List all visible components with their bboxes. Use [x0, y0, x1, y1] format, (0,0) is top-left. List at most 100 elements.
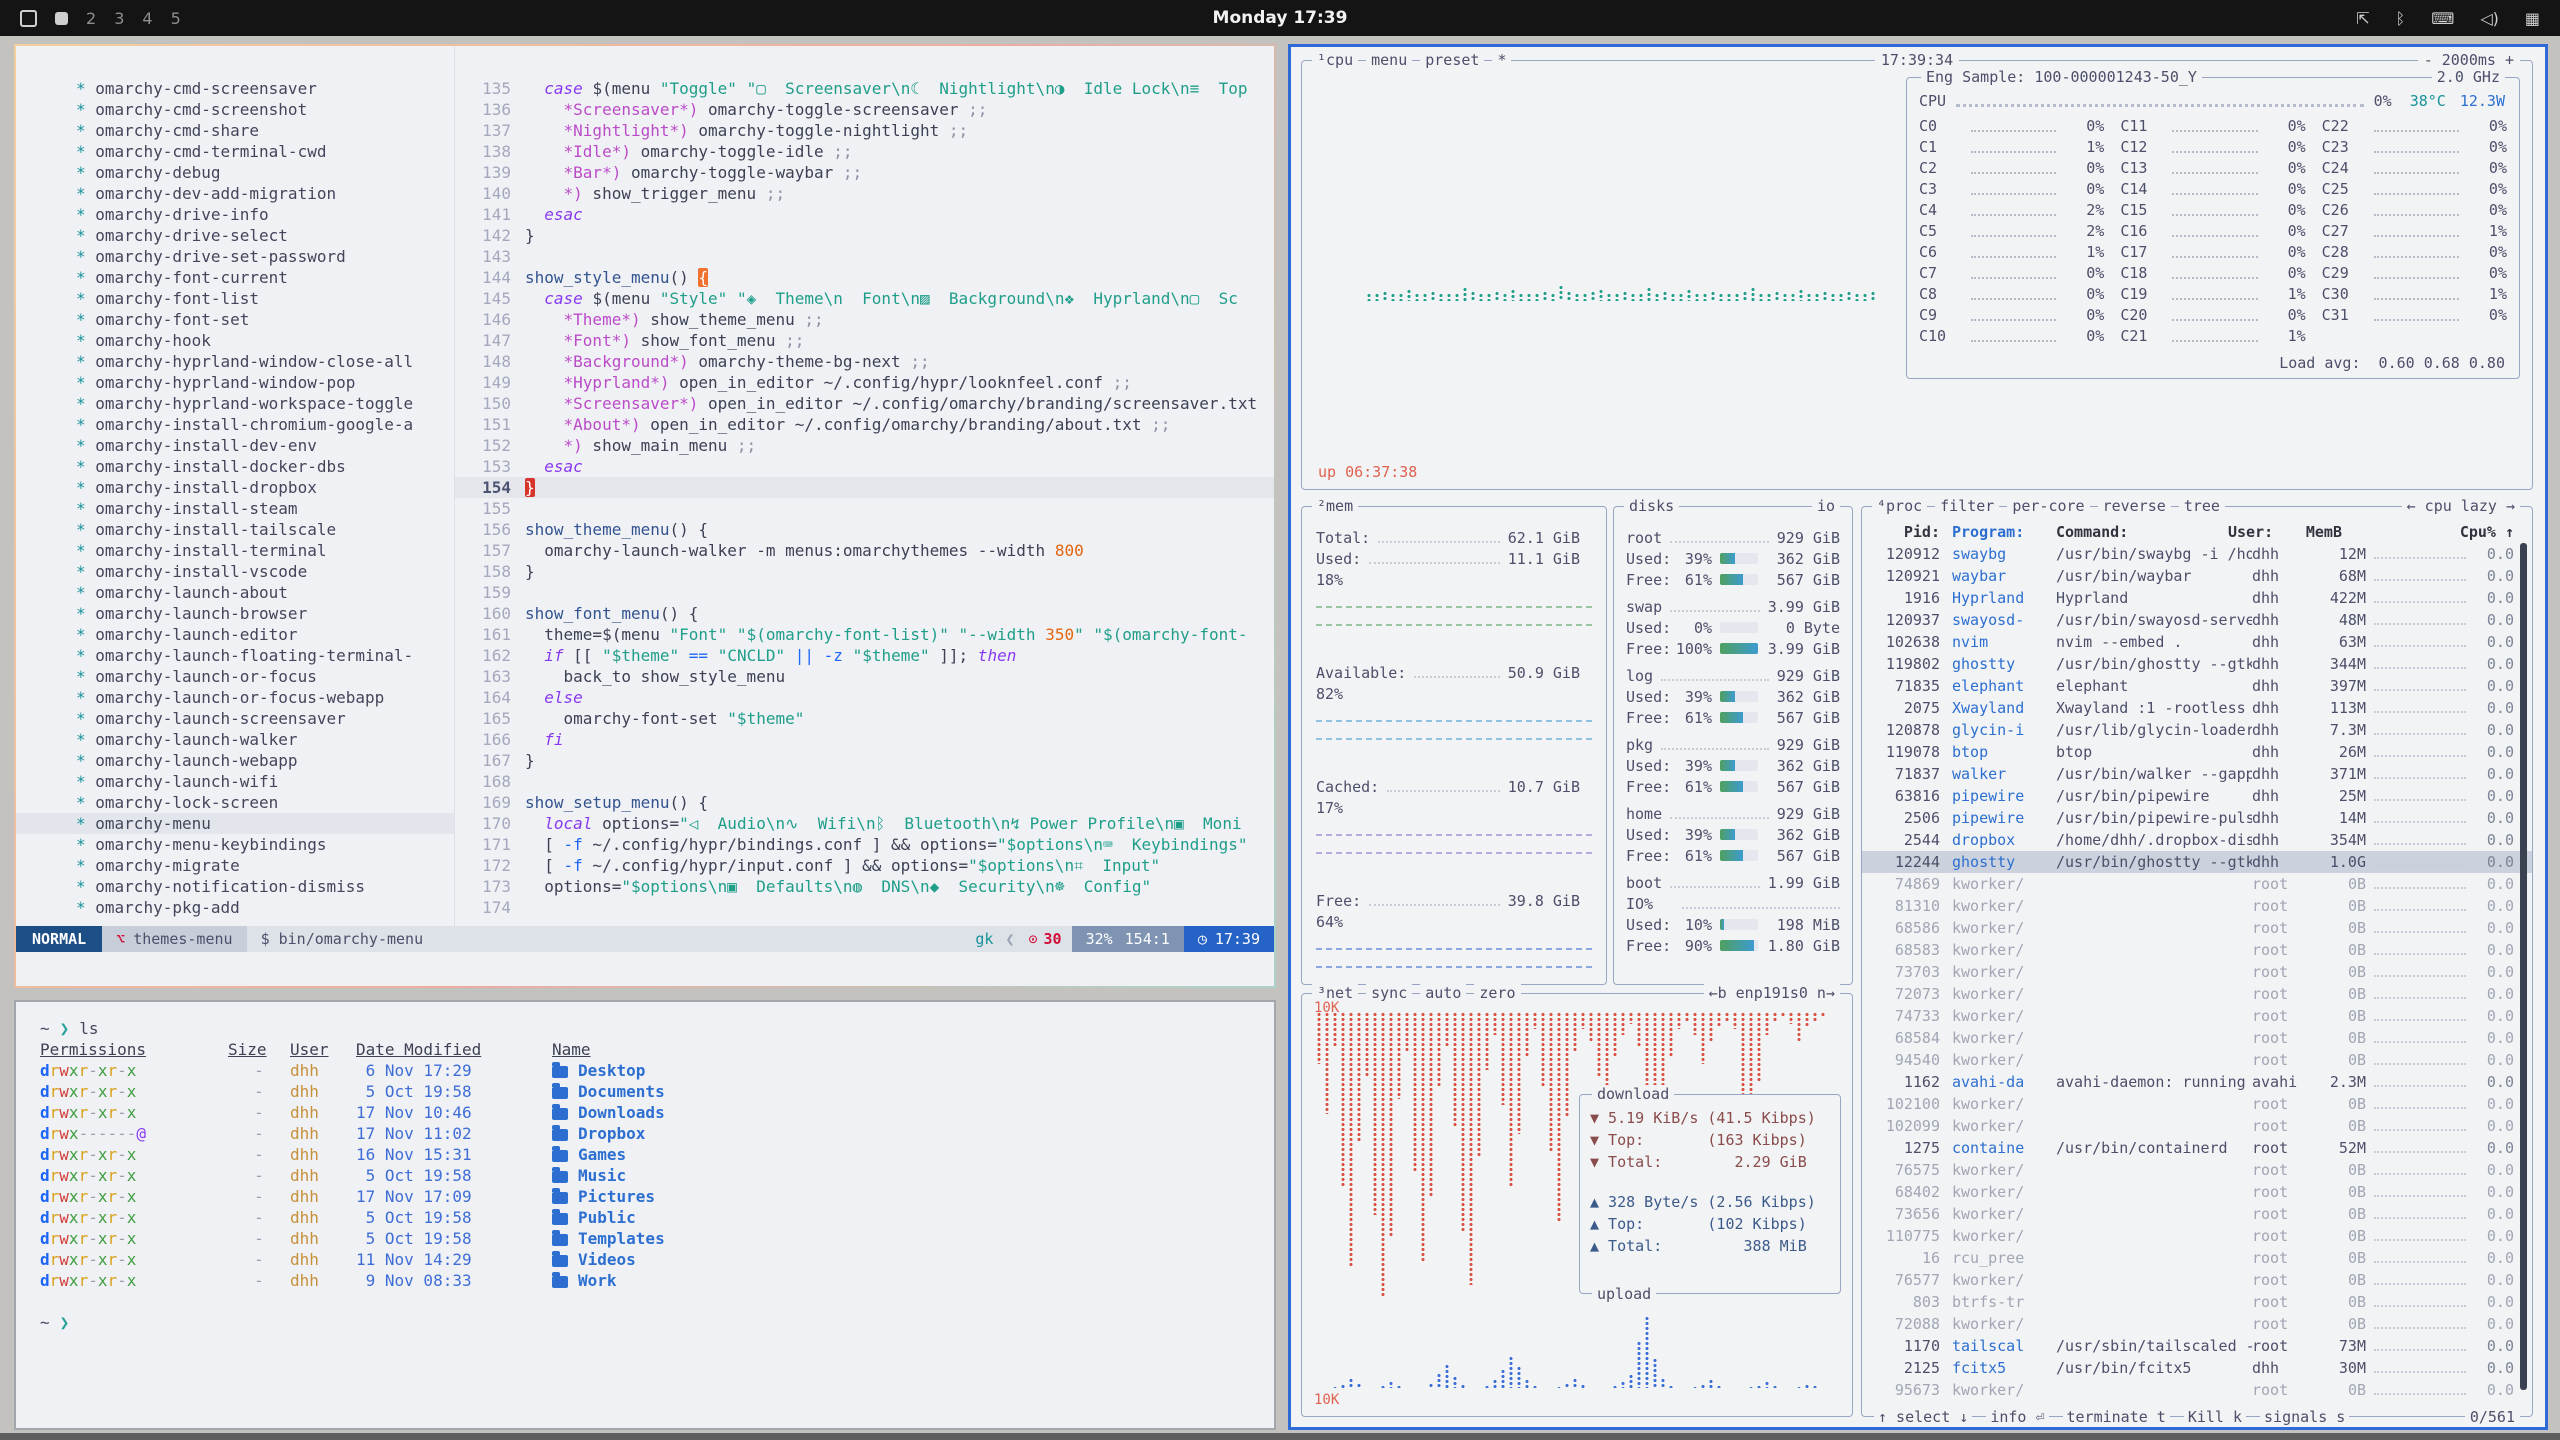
file-item[interactable]: * omarchy-launch-editor: [16, 624, 454, 645]
file-item[interactable]: * omarchy-font-list: [16, 288, 454, 309]
code-line[interactable]: 145 case $(menu "Style" "◈ Theme\n Font\…: [455, 288, 1274, 309]
code-line[interactable]: 153 esac: [455, 456, 1274, 477]
code-line[interactable]: 149 *Hyprland*) open_in_editor ~/.config…: [455, 372, 1274, 393]
code-line[interactable]: 144show_style_menu() {: [455, 267, 1274, 288]
file-item[interactable]: * omarchy-install-tailscale: [16, 519, 454, 540]
process-row[interactable]: 71837walker/usr/bin/walker --gappldhh371…: [1862, 763, 2532, 785]
file-item[interactable]: * omarchy-cmd-screenshot: [16, 99, 454, 120]
file-item[interactable]: * omarchy-font-current: [16, 267, 454, 288]
volume-icon[interactable]: ◁): [2480, 9, 2499, 28]
proc-action-signalss[interactable]: signals s: [2260, 1408, 2349, 1426]
process-row[interactable]: 1162avahi-daavahi-daemon: running [avahi…: [1862, 1071, 2532, 1093]
process-row[interactable]: 1916HyprlandHyprlanddhh422M0.0: [1862, 587, 2532, 609]
tab-preset[interactable]: preset: [1420, 51, 1484, 69]
process-row[interactable]: 2544dropbox/home/dhh/.dropbox-distdhh354…: [1862, 829, 2532, 851]
tab-auto[interactable]: auto: [1420, 984, 1466, 1002]
file-item[interactable]: * omarchy-pkg-add: [16, 897, 454, 918]
process-row[interactable]: 63816pipewire/usr/bin/pipewiredhh25M0.0: [1862, 785, 2532, 807]
process-row[interactable]: 119078btopbtopdhh26M0.0: [1862, 741, 2532, 763]
code-line[interactable]: 150 *Screensaver*) open_in_editor ~/.con…: [455, 393, 1274, 414]
code-line[interactable]: 135 case $(menu "Toggle" "▢ Screensaver\…: [455, 78, 1274, 99]
tab-disks[interactable]: disks: [1624, 497, 1679, 515]
code-line[interactable]: 167}: [455, 750, 1274, 771]
col-cpu[interactable]: Cpu% ↑: [2450, 523, 2514, 541]
process-row[interactable]: 71835elephantelephantdhh397M0.0: [1862, 675, 2532, 697]
code-line[interactable]: 143: [455, 246, 1274, 267]
file-item[interactable]: * omarchy-launch-about: [16, 582, 454, 603]
proc-action-select[interactable]: ↑ select ↓: [1874, 1408, 1972, 1426]
proc-action-Killk[interactable]: Kill k: [2184, 1408, 2246, 1426]
terminal-window[interactable]: ~❯lsPermissionsSizeUserDate ModifiedName…: [14, 1000, 1276, 1430]
process-scrollbar[interactable]: [2520, 543, 2527, 1390]
code-line[interactable]: 156show_theme_menu() {: [455, 519, 1274, 540]
process-row[interactable]: 72088kworker/root0B0.0: [1862, 1313, 2532, 1335]
file-item[interactable]: * omarchy-launch-walker: [16, 729, 454, 750]
col-program[interactable]: Program:: [1940, 523, 2056, 541]
screencast-icon[interactable]: ⇱: [2356, 9, 2369, 28]
tab-filter[interactable]: filter: [1935, 497, 1999, 515]
workspace-active-icon[interactable]: [55, 12, 68, 25]
network-interface[interactable]: ←b enp191s0 n→: [1704, 984, 1840, 1002]
file-item[interactable]: * omarchy-cmd-share: [16, 120, 454, 141]
col-pid[interactable]: Pid:: [1874, 523, 1940, 541]
code-line[interactable]: 137 *Nightlight*) omarchy-toggle-nightli…: [455, 120, 1274, 141]
workspace-4[interactable]: 4: [142, 9, 152, 28]
tab-menu[interactable]: menu: [1366, 51, 1412, 69]
process-row[interactable]: 1170tailscal/usr/sbin/tailscaled --root7…: [1862, 1335, 2532, 1357]
file-item[interactable]: * omarchy-cmd-terminal-cwd: [16, 141, 454, 162]
code-line[interactable]: 158}: [455, 561, 1274, 582]
file-item[interactable]: * omarchy-install-dev-env: [16, 435, 454, 456]
file-item[interactable]: * omarchy-hyprland-window-pop: [16, 372, 454, 393]
file-item[interactable]: * omarchy-install-dropbox: [16, 477, 454, 498]
process-row[interactable]: 120937swayosd-/usr/bin/swayosd-serverdhh…: [1862, 609, 2532, 631]
file-item[interactable]: * omarchy-launch-floating-terminal-: [16, 645, 454, 666]
file-item[interactable]: * omarchy-menu: [16, 813, 454, 834]
code-line[interactable]: 140 *) show_trigger_menu ;;: [455, 183, 1274, 204]
process-row[interactable]: 81310kworker/root0B0.0: [1862, 895, 2532, 917]
bluetooth-icon[interactable]: ᛒ: [2396, 9, 2406, 28]
code-line[interactable]: 164 else: [455, 687, 1274, 708]
code-line[interactable]: 169show_setup_menu() {: [455, 792, 1274, 813]
tab-percore[interactable]: per-core: [2007, 497, 2089, 515]
file-item[interactable]: * omarchy-notification-dismiss: [16, 876, 454, 897]
code-line[interactable]: 155: [455, 498, 1274, 519]
code-line[interactable]: 160show_font_menu() {: [455, 603, 1274, 624]
code-line[interactable]: 162 if [[ "$theme" == "CNCLD" || -z "$th…: [455, 645, 1274, 666]
code-line[interactable]: 139 *Bar*) omarchy-toggle-waybar ;;: [455, 162, 1274, 183]
process-row[interactable]: 16rcu_preeroot0B0.0: [1862, 1247, 2532, 1269]
file-item[interactable]: * omarchy-install-terminal: [16, 540, 454, 561]
code-line[interactable]: 161 theme=$(menu "Font" "$(omarchy-font-…: [455, 624, 1274, 645]
topbar-clock[interactable]: Monday 17:39: [1213, 8, 1348, 28]
code-line[interactable]: 172 [ -f ~/.config/hypr/input.conf ] && …: [455, 855, 1274, 876]
file-item[interactable]: * omarchy-migrate: [16, 855, 454, 876]
code-line[interactable]: 136 *Screensaver*) omarchy-toggle-screen…: [455, 99, 1274, 120]
process-row[interactable]: 120921waybar/usr/bin/waybardhh68M0.0: [1862, 565, 2532, 587]
process-row[interactable]: 120912swaybg/usr/bin/swaybg -i /homdhh12…: [1862, 543, 2532, 565]
file-item[interactable]: * omarchy-menu-keybindings: [16, 834, 454, 855]
code-line[interactable]: 173 options="$options\n▣ Defaults\n◍ DNS…: [455, 876, 1274, 897]
file-item[interactable]: * omarchy-launch-or-focus-webapp: [16, 687, 454, 708]
file-item[interactable]: * omarchy-drive-info: [16, 204, 454, 225]
process-row[interactable]: 73656kworker/root0B0.0: [1862, 1203, 2532, 1225]
tab-sync[interactable]: sync: [1366, 984, 1412, 1002]
process-row[interactable]: 68402kworker/root0B0.0: [1862, 1181, 2532, 1203]
tab-cpu[interactable]: ¹cpu: [1312, 51, 1358, 69]
workspace-5[interactable]: 5: [171, 9, 181, 28]
process-row[interactable]: 94540kworker/root0B0.0: [1862, 1049, 2532, 1071]
process-sort-mode[interactable]: ← cpu lazy →: [2402, 497, 2520, 515]
code-line[interactable]: 152 *) show_main_menu ;;: [455, 435, 1274, 456]
process-row[interactable]: 74869kworker/root0B0.0: [1862, 873, 2532, 895]
workspace-1-icon[interactable]: [20, 10, 37, 27]
file-item[interactable]: * omarchy-font-set: [16, 309, 454, 330]
code-line[interactable]: 159: [455, 582, 1274, 603]
tab-io[interactable]: io: [1812, 497, 1840, 515]
file-item[interactable]: * omarchy-launch-or-focus: [16, 666, 454, 687]
process-row[interactable]: 73703kworker/root0B0.0: [1862, 961, 2532, 983]
file-item[interactable]: * omarchy-cmd-screensaver: [16, 78, 454, 99]
col-mem[interactable]: MemB: [2288, 523, 2342, 541]
workspace-3[interactable]: 3: [114, 9, 124, 28]
code-line[interactable]: 170 local options="◁ Audio\n∿ Wifi\nᛒ Bl…: [455, 813, 1274, 834]
process-row[interactable]: 76577kworker/root0B0.0: [1862, 1269, 2532, 1291]
process-row[interactable]: 68586kworker/root0B0.0: [1862, 917, 2532, 939]
file-item[interactable]: * omarchy-launch-screensaver: [16, 708, 454, 729]
